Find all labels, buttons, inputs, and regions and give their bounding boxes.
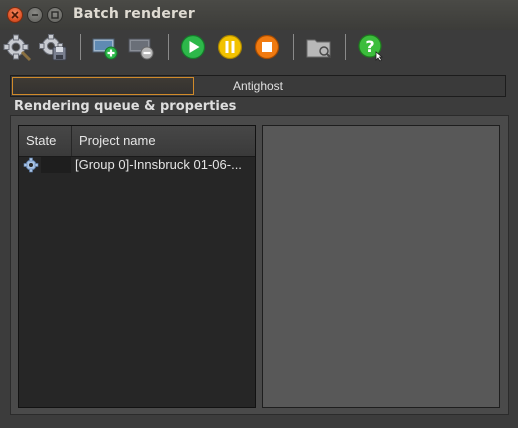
close-window-button[interactable] <box>7 7 23 23</box>
pause-icon <box>217 34 243 60</box>
queue-group-title: Rendering queue & properties <box>14 99 237 114</box>
remove-project-icon <box>128 38 154 60</box>
save-settings-button[interactable] <box>37 31 71 63</box>
play-button[interactable] <box>176 31 210 63</box>
svg-text:?: ? <box>365 37 374 56</box>
window-title: Batch renderer <box>73 6 195 22</box>
stop-icon <box>254 34 280 60</box>
title-bar: Batch renderer <box>0 0 518 30</box>
pause-button[interactable] <box>213 31 247 63</box>
project-name-cell: [Group 0]-Innsbruck 01-06-... <box>75 157 242 172</box>
batch-renderer-window: Batch renderer ? Antighost Rendering que… <box>0 0 518 428</box>
column-header-state[interactable]: State <box>26 126 56 156</box>
maximize-window-button[interactable] <box>47 7 63 23</box>
progress-label: Antighost <box>232 79 284 93</box>
table-row[interactable]: [Group 0]-Innsbruck 01-06-... <box>19 156 255 174</box>
toolbar-separator <box>293 34 294 60</box>
table-header: State Project name <box>19 126 255 157</box>
maximize-icon <box>51 11 59 19</box>
gear-icon <box>23 157 39 173</box>
settings-button[interactable] <box>1 31 35 63</box>
open-folder-button[interactable] <box>302 31 336 63</box>
toolbar-separator <box>168 34 169 60</box>
settings-gear-icon <box>3 34 32 62</box>
toolbar-separator <box>80 34 81 60</box>
play-icon <box>180 34 206 60</box>
render-progress-bar: Antighost <box>10 75 506 97</box>
column-header-project-name[interactable]: Project name <box>79 126 156 156</box>
help-icon: ? <box>358 34 384 62</box>
add-project-icon <box>92 38 118 60</box>
open-folder-icon <box>306 39 331 58</box>
state-cell <box>41 157 71 173</box>
column-divider[interactable] <box>71 126 72 156</box>
stop-button[interactable] <box>250 31 284 63</box>
help-button[interactable]: ? <box>353 31 387 63</box>
toolbar: ? <box>0 30 518 64</box>
remove-project-button[interactable] <box>124 31 158 63</box>
properties-panel <box>262 125 500 408</box>
minimize-icon <box>32 14 38 16</box>
minimize-window-button[interactable] <box>27 7 43 23</box>
toolbar-separator <box>345 34 346 60</box>
add-project-button[interactable] <box>88 31 122 63</box>
close-icon <box>11 11 19 19</box>
save-settings-icon <box>39 34 67 61</box>
render-queue-table[interactable]: State Project name [Group 0]-Innsbruck 0… <box>18 125 256 408</box>
